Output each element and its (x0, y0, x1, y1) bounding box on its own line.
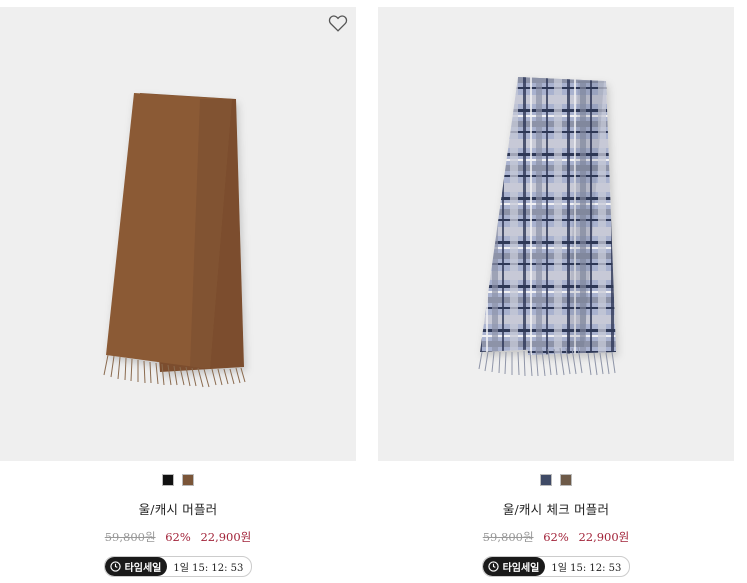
brown-scarf-image (103, 93, 246, 388)
time-sale-label: 타임세일 (124, 563, 162, 574)
sale-price: 22,900원 (578, 530, 630, 544)
check-scarf-image (478, 77, 616, 377)
clock-icon (487, 561, 499, 572)
product-grid: 울/캐시 머플러 59,800원 62% 22,900원 타임세일 1일 15:… (0, 0, 747, 583)
product-card[interactable]: 울/캐시 머플러 59,800원 62% 22,900원 타임세일 1일 15:… (0, 7, 356, 577)
countdown-timer: 1일 15: 12: 53 (551, 563, 622, 574)
swatch-brown-check[interactable] (560, 474, 572, 486)
price-row: 59,800원 62% 22,900원 (378, 529, 734, 545)
product-title[interactable]: 울/캐시 머플러 (0, 499, 356, 518)
product-card[interactable]: 울/캐시 체크 머플러 59,800원 62% 22,900원 타임세일 1일 … (378, 7, 734, 577)
heart-icon[interactable] (327, 12, 349, 34)
swatch-brown[interactable] (182, 474, 194, 486)
time-sale-badge: 타임세일 1일 15: 12: 53 (0, 556, 356, 577)
color-swatches (0, 474, 356, 487)
discount-rate: 62% (543, 530, 569, 544)
countdown-timer: 1일 15: 12: 53 (173, 563, 244, 574)
original-price: 59,800원 (104, 530, 156, 544)
time-sale-badge: 타임세일 1일 15: 12: 53 (378, 556, 734, 577)
sale-price: 22,900원 (200, 530, 252, 544)
product-image[interactable] (378, 7, 734, 461)
color-swatches (378, 474, 734, 487)
time-sale-label: 타임세일 (502, 563, 540, 574)
product-title[interactable]: 울/캐시 체크 머플러 (378, 499, 734, 518)
swatch-black[interactable] (162, 474, 174, 486)
price-row: 59,800원 62% 22,900원 (0, 529, 356, 545)
swatch-navy-check[interactable] (540, 474, 552, 486)
original-price: 59,800원 (482, 530, 534, 544)
clock-icon (109, 561, 121, 572)
product-image[interactable] (0, 7, 356, 461)
discount-rate: 62% (165, 530, 191, 544)
